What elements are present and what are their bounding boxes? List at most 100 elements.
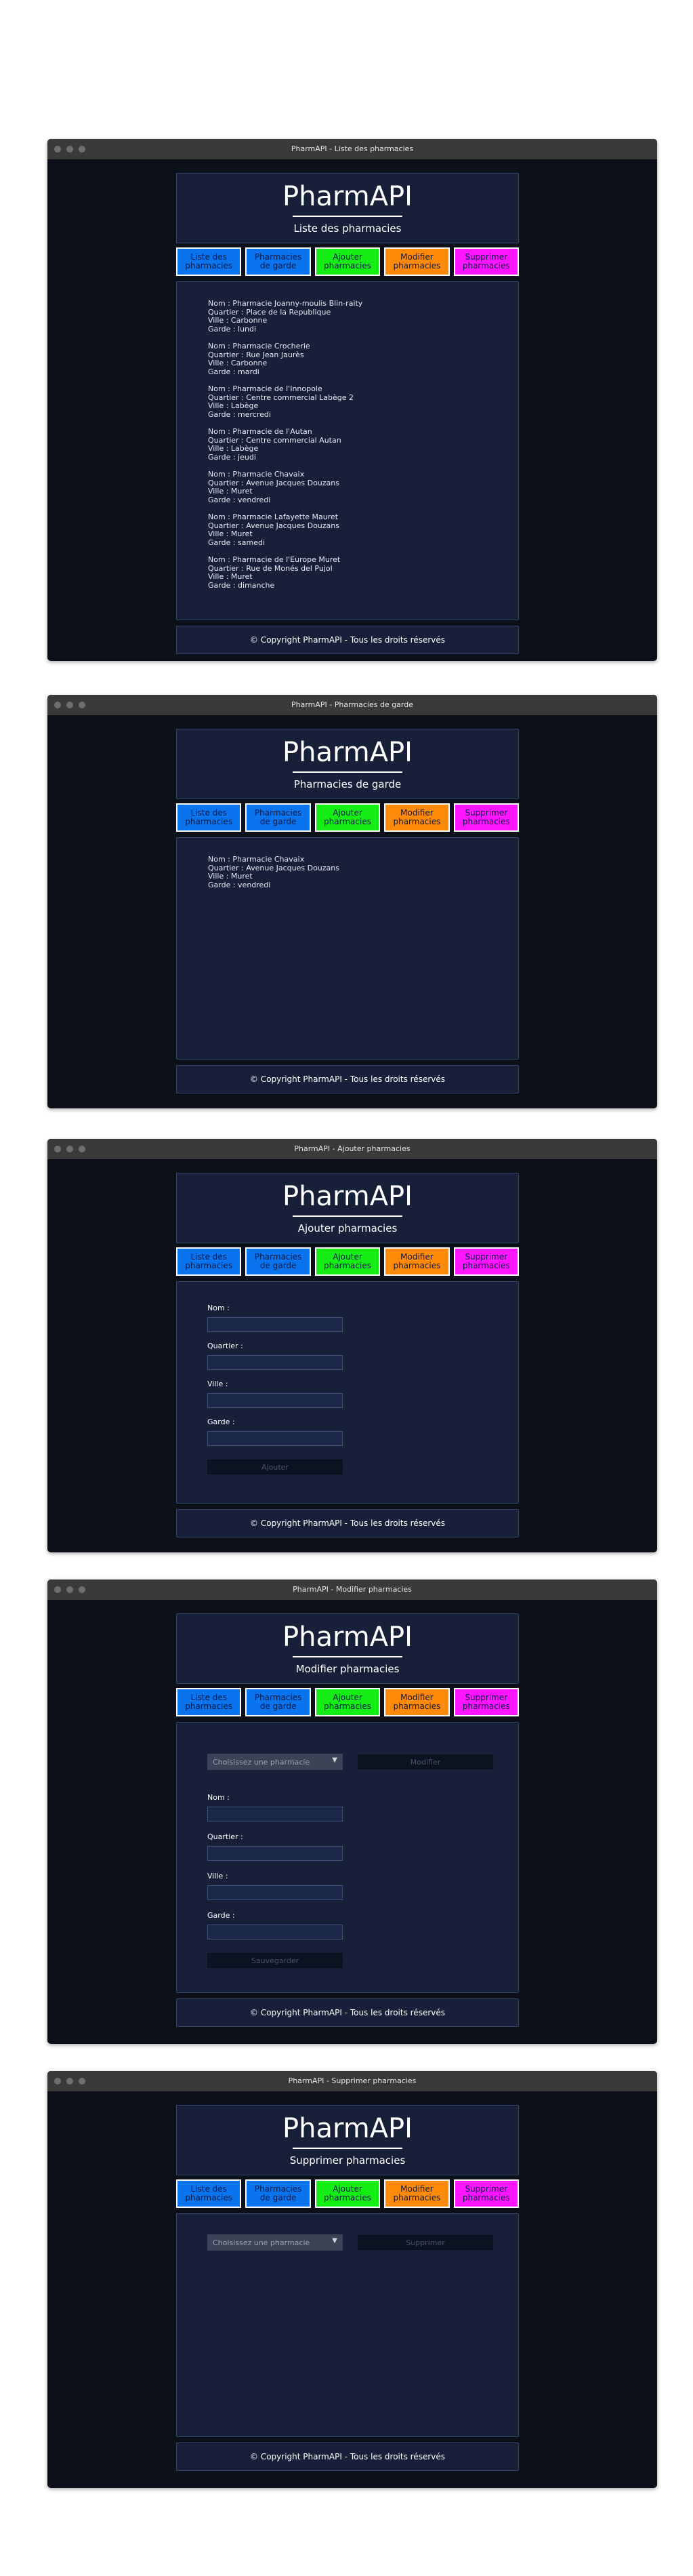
page-footer: © Copyright PharmAPI - Tous les droits r… [176, 626, 519, 654]
quartier-label: Quartier : [207, 1342, 243, 1350]
nav-modifier[interactable]: Modifier pharmacies [384, 1688, 450, 1716]
nav-supprimer[interactable]: Supprimer pharmacies [453, 247, 520, 276]
header-rule [293, 771, 402, 773]
ajouter-button[interactable]: Ajouter [207, 1460, 343, 1474]
nav-liste[interactable]: Liste des pharmacies [176, 1688, 242, 1716]
nav-garde[interactable]: Pharmacies de garde [245, 803, 311, 832]
pharmacy-name: Nom : Pharmacie de l'Europe Muret [208, 555, 341, 564]
pharmacy-name: Nom : Pharmacie Lafayette Mauret [208, 512, 339, 521]
window-liste: PharmAPI - Liste des pharmacies PharmAPI… [47, 139, 657, 661]
pharmacy-select[interactable]: Choisissez une pharmacie ▼ [207, 2234, 343, 2251]
pharmacy-name: Nom : Pharmacie de l'Innopole [208, 384, 322, 393]
nav-ajouter[interactable]: Ajouter pharmacies [314, 247, 381, 276]
titlebar: PharmAPI - Pharmacies de garde [47, 695, 657, 715]
window-title: PharmAPI - Pharmacies de garde [291, 700, 414, 709]
window-title: PharmAPI - Modifier pharmacies [293, 1585, 412, 1594]
nav-garde[interactable]: Pharmacies de garde [245, 247, 311, 276]
nav-supprimer[interactable]: Supprimer pharmacies [453, 1247, 520, 1276]
nav-ajouter[interactable]: Ajouter pharmacies [314, 2179, 381, 2208]
select-value: Choisissez une pharmacie [213, 1757, 310, 1767]
garde-input[interactable] [207, 1431, 343, 1446]
nav-ajouter[interactable]: Ajouter pharmacies [314, 1688, 381, 1716]
pharmacy-garde: Garde : jeudi [208, 452, 256, 462]
titlebar: PharmAPI - Modifier pharmacies [47, 1579, 657, 1600]
pharmacy-name: Nom : Pharmacie Crocherie [208, 342, 310, 350]
list-item: Nom : Pharmacie de l'Innopole Quartier :… [208, 384, 362, 419]
pharmacy-garde: Garde : mardi [208, 367, 259, 376]
nav-modifier[interactable]: Modifier pharmacies [384, 803, 450, 832]
pharmacy-garde: Garde : mercredi [208, 409, 271, 419]
page-header: PharmAPI Ajouter pharmacies [176, 1173, 519, 1243]
list-item: Nom : Pharmacie Chavaix Quartier : Avenu… [208, 470, 362, 504]
nav-liste[interactable]: Liste des pharmacies [176, 1247, 242, 1276]
pharmacy-ville: Ville : Carbonne [208, 359, 268, 367]
nav-ajouter[interactable]: Ajouter pharmacies [314, 803, 381, 832]
header-rule [293, 2148, 402, 2149]
nav-modifier[interactable]: Modifier pharmacies [384, 2179, 450, 2208]
brand-logo: PharmAPI [282, 1181, 413, 1212]
select-value: Choisissez une pharmacie [213, 2238, 310, 2247]
nav-modifier[interactable]: Modifier pharmacies [384, 247, 450, 276]
nom-label: Nom : [207, 1304, 230, 1312]
nav-liste[interactable]: Liste des pharmacies [176, 803, 242, 832]
pharmacy-ville: Ville : Muret [208, 572, 253, 581]
page-header: PharmAPI Supprimer pharmacies [176, 2105, 519, 2175]
nav-liste[interactable]: Liste des pharmacies [176, 2179, 242, 2208]
ville-label: Ville : [207, 1380, 228, 1388]
page-title: Liste des pharmacies [293, 222, 402, 235]
nav-liste[interactable]: Liste des pharmacies [176, 247, 242, 276]
ville-input[interactable] [207, 1393, 343, 1408]
brand-logo: PharmAPI [282, 2113, 413, 2144]
pharmacy-ville: Ville : Muret [208, 529, 253, 538]
pharmacy-garde: Garde : vendredi [208, 495, 271, 504]
nom-input[interactable] [207, 1807, 343, 1822]
pharmacy-garde: Garde : vendredi [208, 880, 271, 889]
pharmacy-garde: Garde : dimanche [208, 580, 275, 590]
window-title: PharmAPI - Ajouter pharmacies [294, 1144, 411, 1153]
chevron-down-icon: ▼ [332, 2237, 337, 2245]
page-title: Modifier pharmacies [295, 1663, 400, 1675]
list-item: Nom : Pharmacie de l'Autan Quartier : Ce… [208, 427, 362, 462]
nav-supprimer[interactable]: Supprimer pharmacies [453, 1688, 520, 1716]
supprimer-button[interactable]: Supprimer [358, 2235, 493, 2250]
titlebar: PharmAPI - Ajouter pharmacies [47, 1139, 657, 1159]
pharmacy-name: Nom : Pharmacie Chavaix [208, 470, 305, 479]
titlebar: PharmAPI - Supprimer pharmacies [47, 2071, 657, 2091]
page-title: Ajouter pharmacies [297, 1222, 398, 1234]
delete-panel: Choisissez une pharmacie ▼ Supprimer [176, 2213, 519, 2437]
garde-label: Garde : [207, 1911, 235, 1920]
pharmacy-select[interactable]: Choisissez une pharmacie ▼ [207, 1754, 343, 1770]
garde-panel: Nom : Pharmacie Chavaix Quartier : Avenu… [176, 837, 519, 1060]
list-item: Nom : Pharmacie Joanny-moulis Blin-raity… [208, 299, 363, 334]
pharmacy-ville: Ville : Carbonne [208, 316, 268, 325]
list-item: Nom : Pharmacie de l'Europe Muret Quarti… [208, 555, 362, 590]
window-garde: PharmAPI - Pharmacies de garde PharmAPI … [47, 695, 657, 1108]
quartier-input[interactable] [207, 1846, 343, 1861]
nav-garde[interactable]: Pharmacies de garde [245, 1247, 311, 1276]
garde-input[interactable] [207, 1925, 343, 1939]
save-button[interactable]: Sauvegarder [207, 1953, 343, 1968]
page-header: PharmAPI Modifier pharmacies [176, 1613, 519, 1684]
page-title: Supprimer pharmacies [289, 2154, 406, 2167]
nav-garde[interactable]: Pharmacies de garde [245, 1688, 311, 1716]
nav-modifier[interactable]: Modifier pharmacies [384, 1247, 450, 1276]
nav-bar: Liste des pharmacies Pharmacies de garde… [176, 1247, 520, 1276]
pharmacy-ville: Ville : Labège [208, 401, 259, 410]
pharmacy-ville: Ville : Labège [208, 444, 259, 453]
nav-ajouter[interactable]: Ajouter pharmacies [314, 1247, 381, 1276]
nav-garde[interactable]: Pharmacies de garde [245, 2179, 311, 2208]
brand-logo: PharmAPI [282, 737, 413, 768]
add-form-panel: Nom : Quartier : Ville : Garde : Ajouter [176, 1281, 519, 1504]
pharmacy-name: Nom : Pharmacie Joanny-moulis Blin-raity [208, 299, 363, 308]
nav-supprimer[interactable]: Supprimer pharmacies [453, 803, 520, 832]
edit-form-panel: Choisissez une pharmacie ▼ Modifier Nom … [176, 1722, 519, 1993]
nav-supprimer[interactable]: Supprimer pharmacies [453, 2179, 520, 2208]
chevron-down-icon: ▼ [332, 1756, 337, 1764]
quartier-input[interactable] [207, 1355, 343, 1370]
nom-input[interactable] [207, 1317, 343, 1332]
list-item: Nom : Pharmacie Crocherie Quartier : Rue… [208, 342, 362, 376]
page-footer: © Copyright PharmAPI - Tous les droits r… [176, 1509, 519, 1537]
ville-input[interactable] [207, 1885, 343, 1900]
header-rule [293, 1215, 402, 1217]
modifier-button[interactable]: Modifier [358, 1754, 493, 1769]
